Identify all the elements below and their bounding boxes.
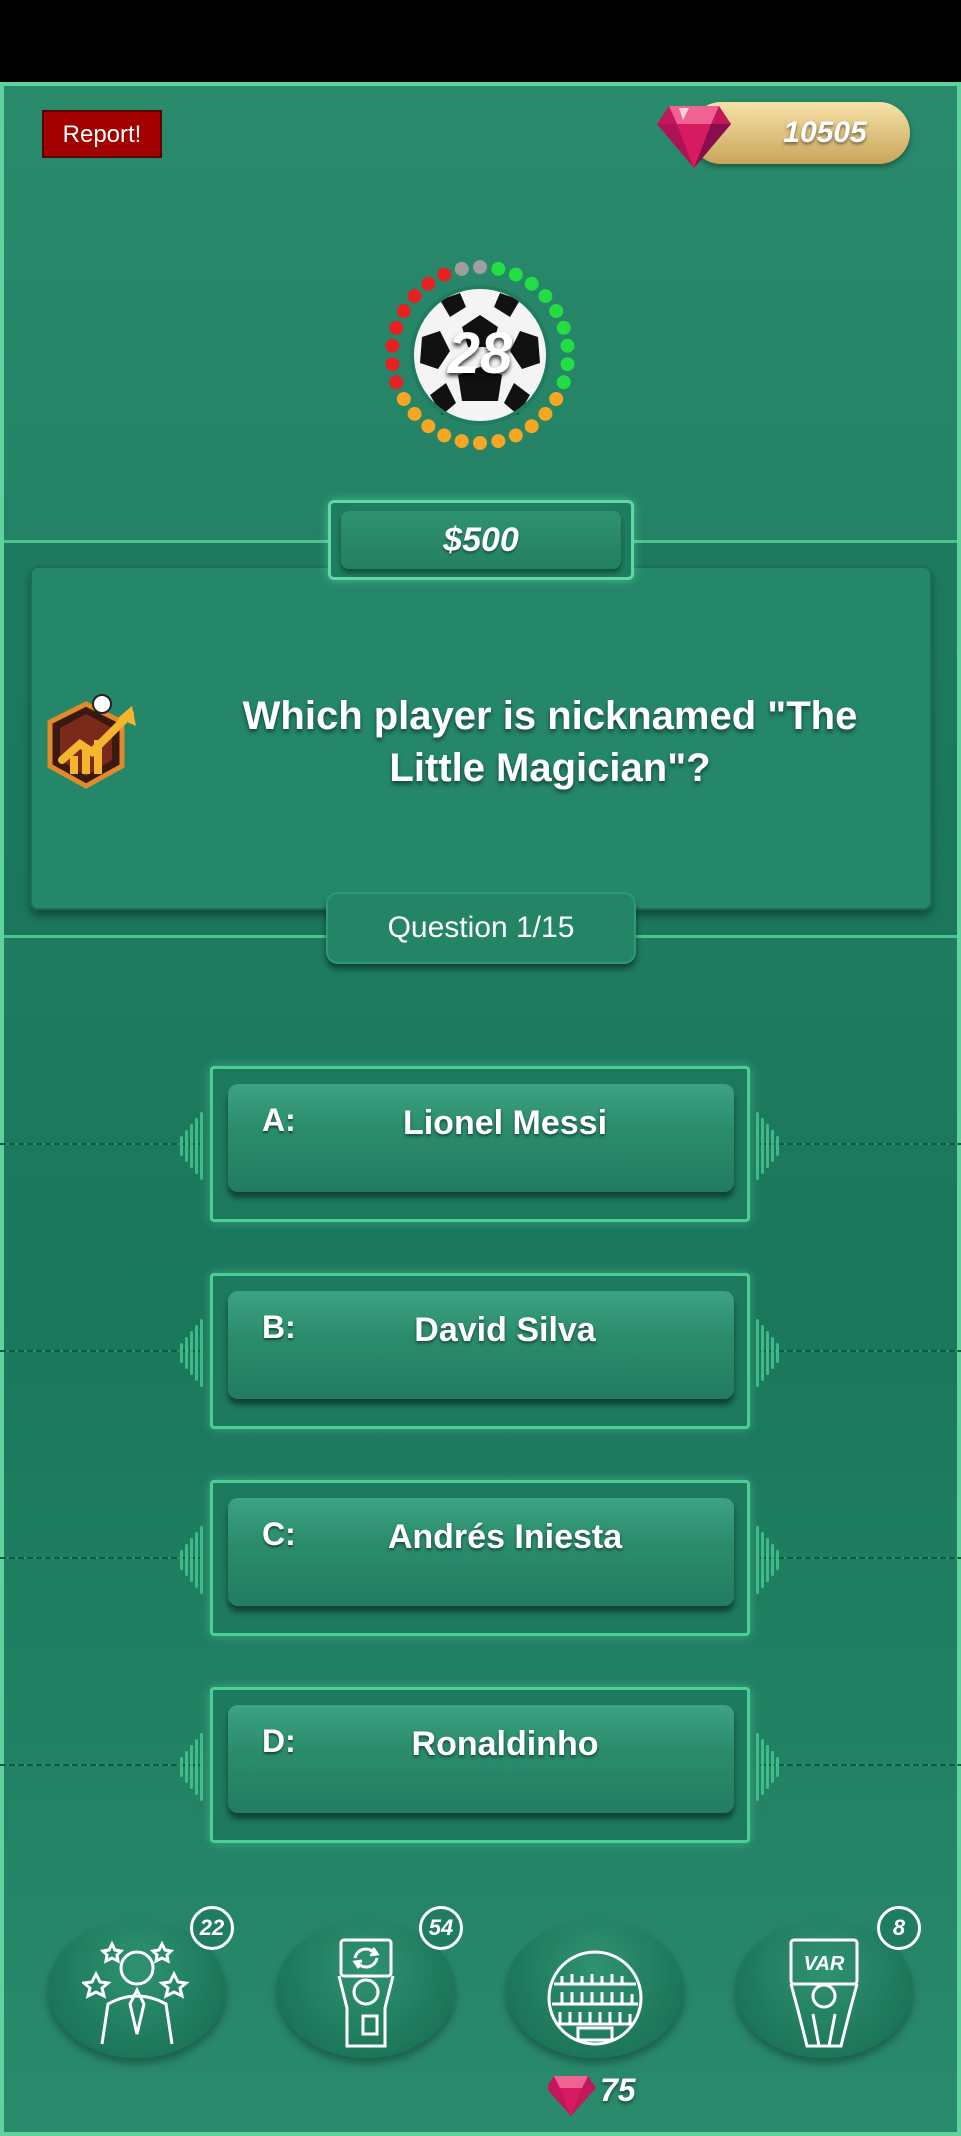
answer-frame-ribs	[750, 1106, 780, 1186]
timer-dot	[421, 419, 436, 434]
timer-dot	[524, 276, 539, 291]
lifeline-crowd[interactable]	[506, 1910, 686, 2060]
answer-frame-ribs	[750, 1313, 780, 1393]
answer-line-left	[0, 1143, 200, 1145]
answer-line-left	[0, 1350, 200, 1352]
timer-dot	[508, 267, 523, 282]
answer-letter: D:	[262, 1723, 296, 1759]
lifeline-count-badge: 8	[877, 1906, 921, 1950]
report-button[interactable]: Report!	[42, 110, 162, 158]
timer-dot	[396, 304, 411, 318]
answer-option-a[interactable]: A: Lionel Messi	[0, 1066, 961, 1222]
svg-text:VAR: VAR	[804, 1953, 845, 1975]
answer-text: Ronaldinho	[411, 1725, 599, 1763]
prize-inner: $500	[341, 511, 621, 569]
timer-dot	[538, 406, 553, 421]
answer-line-right	[760, 1557, 961, 1559]
timer-dot	[437, 267, 452, 282]
timer-dot	[549, 392, 564, 406]
lifeline-count-badge: 22	[190, 1906, 234, 1950]
timer-dot	[437, 428, 452, 443]
answer-frame-ribs	[180, 1106, 210, 1186]
timer-dot	[454, 261, 469, 276]
answer-line-right	[760, 1764, 961, 1766]
gem-icon	[657, 106, 731, 168]
answer-text: David Silva	[414, 1311, 596, 1349]
question-counter-label: Question 1/15	[387, 911, 575, 944]
timer-seconds: 28	[447, 321, 513, 386]
answer-option-b[interactable]: B: David Silva	[0, 1273, 961, 1429]
substitution-icon	[337, 1938, 395, 2048]
question-counter: Question 1/15	[326, 892, 636, 964]
answer-line-right	[760, 1350, 961, 1352]
timer-dot	[538, 289, 553, 304]
timer-dot	[549, 304, 564, 318]
answer-text: Lionel Messi	[402, 1104, 608, 1142]
timer-dot	[524, 419, 539, 434]
timer-dot	[473, 260, 487, 274]
answer-frame-ribs	[180, 1727, 210, 1807]
answer-frame-ribs	[750, 1520, 780, 1600]
crowd-icon	[547, 1950, 643, 2046]
timer-dot	[508, 428, 523, 443]
timer-dot	[407, 289, 422, 304]
prize-amount: $500	[443, 521, 519, 559]
lifeline-var[interactable]: VAR 8	[735, 1906, 921, 2060]
answer-line-left	[0, 1557, 200, 1559]
timer-dot	[421, 276, 436, 291]
lifeline-substitution[interactable]: 54	[277, 1906, 463, 2060]
lifeline-manager[interactable]: 22	[48, 1906, 234, 2060]
status-bar	[0, 0, 961, 82]
gem-balance-value: 10505	[783, 116, 867, 149]
answer-frame-ribs	[180, 1520, 210, 1600]
answer-frame-ribs	[180, 1313, 210, 1393]
answer-option-c[interactable]: C: Andrés Iniesta	[0, 1480, 961, 1636]
lifeline-cost-value: 75	[600, 2072, 636, 2108]
answer-text: Andrés Iniesta	[387, 1518, 623, 1556]
answer-line-left	[0, 1764, 200, 1766]
timer-dot	[473, 436, 487, 450]
answer-option-d[interactable]: D: Ronaldinho	[0, 1687, 961, 1843]
answer-frame-ribs	[750, 1727, 780, 1807]
prize-plate: $500	[328, 500, 634, 580]
lifeline-count-badge: 54	[419, 1906, 463, 1950]
question-text: Which player is nicknamed "The Little Ma…	[242, 694, 858, 790]
answer-letter: B:	[262, 1309, 296, 1345]
answer-letter: A:	[262, 1102, 296, 1138]
category-badge-icon	[47, 694, 136, 789]
timer-dot	[396, 392, 411, 406]
answer-letter: C:	[262, 1516, 296, 1552]
timer-dot	[407, 406, 422, 421]
var-icon: VAR	[789, 1938, 859, 2048]
answer-line-right	[760, 1143, 961, 1145]
timer-dot	[491, 261, 506, 276]
timer-dot	[454, 434, 469, 449]
manager-icon	[82, 1940, 190, 2045]
timer-dot	[491, 434, 506, 449]
